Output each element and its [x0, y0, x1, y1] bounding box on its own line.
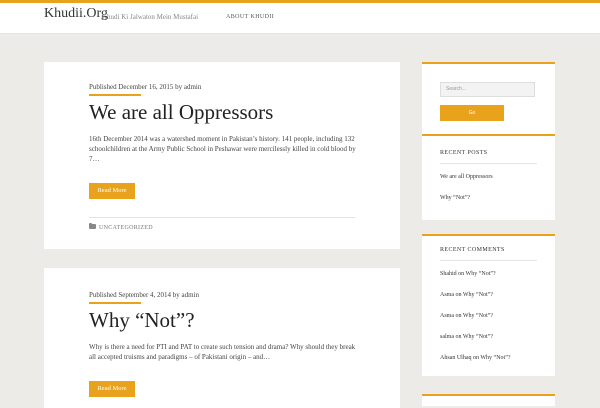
recent-comment-link[interactable]: Asma on Why “Not”?	[440, 313, 493, 319]
sidebar-widget	[422, 394, 555, 406]
post-divider	[89, 217, 355, 218]
recent-comment-link[interactable]: Asma on Why “Not”?	[440, 292, 493, 298]
search-go-button[interactable]: Go	[440, 105, 504, 121]
search-input[interactable]: Search...	[440, 82, 535, 97]
post-excerpt: 16th December 2014 was a watershed momen…	[89, 135, 356, 163]
read-more-button[interactable]: Read More	[89, 183, 135, 199]
folder-icon	[89, 223, 96, 229]
read-more-button[interactable]: Read More	[89, 381, 135, 397]
post-category-row: UNCATEGORIZED	[89, 223, 153, 231]
recent-post-link[interactable]: We are all Oppressors	[440, 174, 493, 180]
post-meta: Published September 4, 2014 by admin	[89, 291, 200, 299]
meta-divider	[89, 94, 141, 96]
recent-comment-link[interactable]: Shahid on Why “Not”?	[440, 271, 496, 277]
nav-link-about[interactable]: ABOUT KHUDII	[226, 14, 274, 20]
recent-posts-widget: RECENT POSTS We are all Oppressors Why “…	[422, 134, 555, 220]
meta-divider	[89, 302, 141, 304]
post-meta: Published December 16, 2015 by admin	[89, 83, 202, 91]
site-header: Khudii.Org Khudi Ki Jalwaton Mein Mustaf…	[0, 3, 600, 34]
site-tagline: Khudi Ki Jalwaton Mein Mustafai	[102, 13, 199, 21]
search-widget: Search... Go	[422, 62, 555, 136]
post-title[interactable]: We are all Oppressors	[89, 100, 273, 125]
recent-post-link[interactable]: Why “Not”?	[440, 195, 470, 201]
widget-divider	[440, 260, 537, 261]
post-excerpt: Why is there a need for PTI and PAT to c…	[89, 343, 356, 361]
post-card: Published December 16, 2015 by admin We …	[44, 62, 400, 249]
recent-comments-widget: RECENT COMMENTS Shahid on Why “Not”? Asm…	[422, 234, 555, 376]
widget-title: RECENT POSTS	[440, 150, 488, 156]
post-title[interactable]: Why “Not”?	[89, 308, 195, 333]
site-title[interactable]: Khudii.Org	[44, 6, 108, 22]
widget-title: RECENT COMMENTS	[440, 247, 505, 253]
post-category-link[interactable]: UNCATEGORIZED	[99, 225, 153, 231]
widget-divider	[440, 163, 537, 164]
recent-comment-link[interactable]: Ahsan Ulhaq on Why “Not”?	[440, 355, 511, 361]
recent-comment-link[interactable]: salma on Why “Not”?	[440, 334, 493, 340]
post-card: Published September 4, 2014 by admin Why…	[44, 268, 400, 408]
